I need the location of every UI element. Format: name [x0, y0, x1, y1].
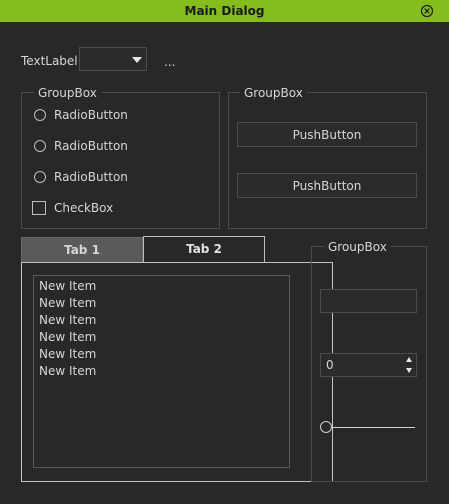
arrow-up-icon [406, 357, 412, 362]
chevron-down-icon[interactable] [132, 57, 142, 63]
push-button-2[interactable]: PushButton [237, 173, 417, 198]
list-item[interactable]: New Item [39, 279, 96, 293]
radio-button-1[interactable] [34, 109, 46, 121]
radio-button-2-label[interactable]: RadioButton [54, 139, 128, 153]
slider-track[interactable] [326, 427, 415, 428]
slider-handle[interactable] [320, 421, 332, 433]
list-item[interactable]: New Item [39, 364, 96, 378]
checkbox[interactable] [32, 201, 46, 215]
list-item[interactable]: New Item [39, 313, 96, 327]
tab-2[interactable]: Tab 2 [143, 236, 265, 263]
main-dialog: Main Dialog TextLabel ... GroupBox Radio… [0, 0, 449, 504]
arrow-down-icon [406, 368, 412, 373]
ellipsis-button[interactable]: ... [164, 55, 175, 69]
spin-up-button[interactable] [403, 354, 416, 365]
radio-button-3[interactable] [34, 171, 46, 183]
spin-box-value[interactable]: 0 [326, 358, 334, 372]
push-button-1[interactable]: PushButton [237, 122, 417, 147]
radio-button-1-label[interactable]: RadioButton [54, 108, 128, 122]
combo-box[interactable] [79, 47, 147, 71]
tab-1[interactable]: Tab 1 [21, 237, 143, 263]
spin-down-button[interactable] [403, 365, 416, 376]
close-icon[interactable] [420, 4, 434, 18]
window-title: Main Dialog [184, 4, 265, 18]
group-box-left-title: GroupBox [34, 86, 101, 100]
list-item[interactable]: New Item [39, 347, 96, 361]
line-edit[interactable] [320, 289, 417, 313]
radio-button-2[interactable] [34, 140, 46, 152]
text-label: TextLabel [21, 54, 78, 68]
list-item[interactable]: New Item [39, 330, 96, 344]
spin-box[interactable]: 0 [320, 353, 417, 377]
radio-button-3-label[interactable]: RadioButton [54, 170, 128, 184]
list-widget[interactable]: New Item New Item New Item New Item New … [33, 275, 290, 468]
group-box-bottom-title: GroupBox [324, 240, 391, 254]
list-item[interactable]: New Item [39, 296, 96, 310]
group-box-right-title: GroupBox [240, 86, 307, 100]
checkbox-label[interactable]: CheckBox [54, 201, 113, 215]
group-box-right [228, 92, 427, 229]
